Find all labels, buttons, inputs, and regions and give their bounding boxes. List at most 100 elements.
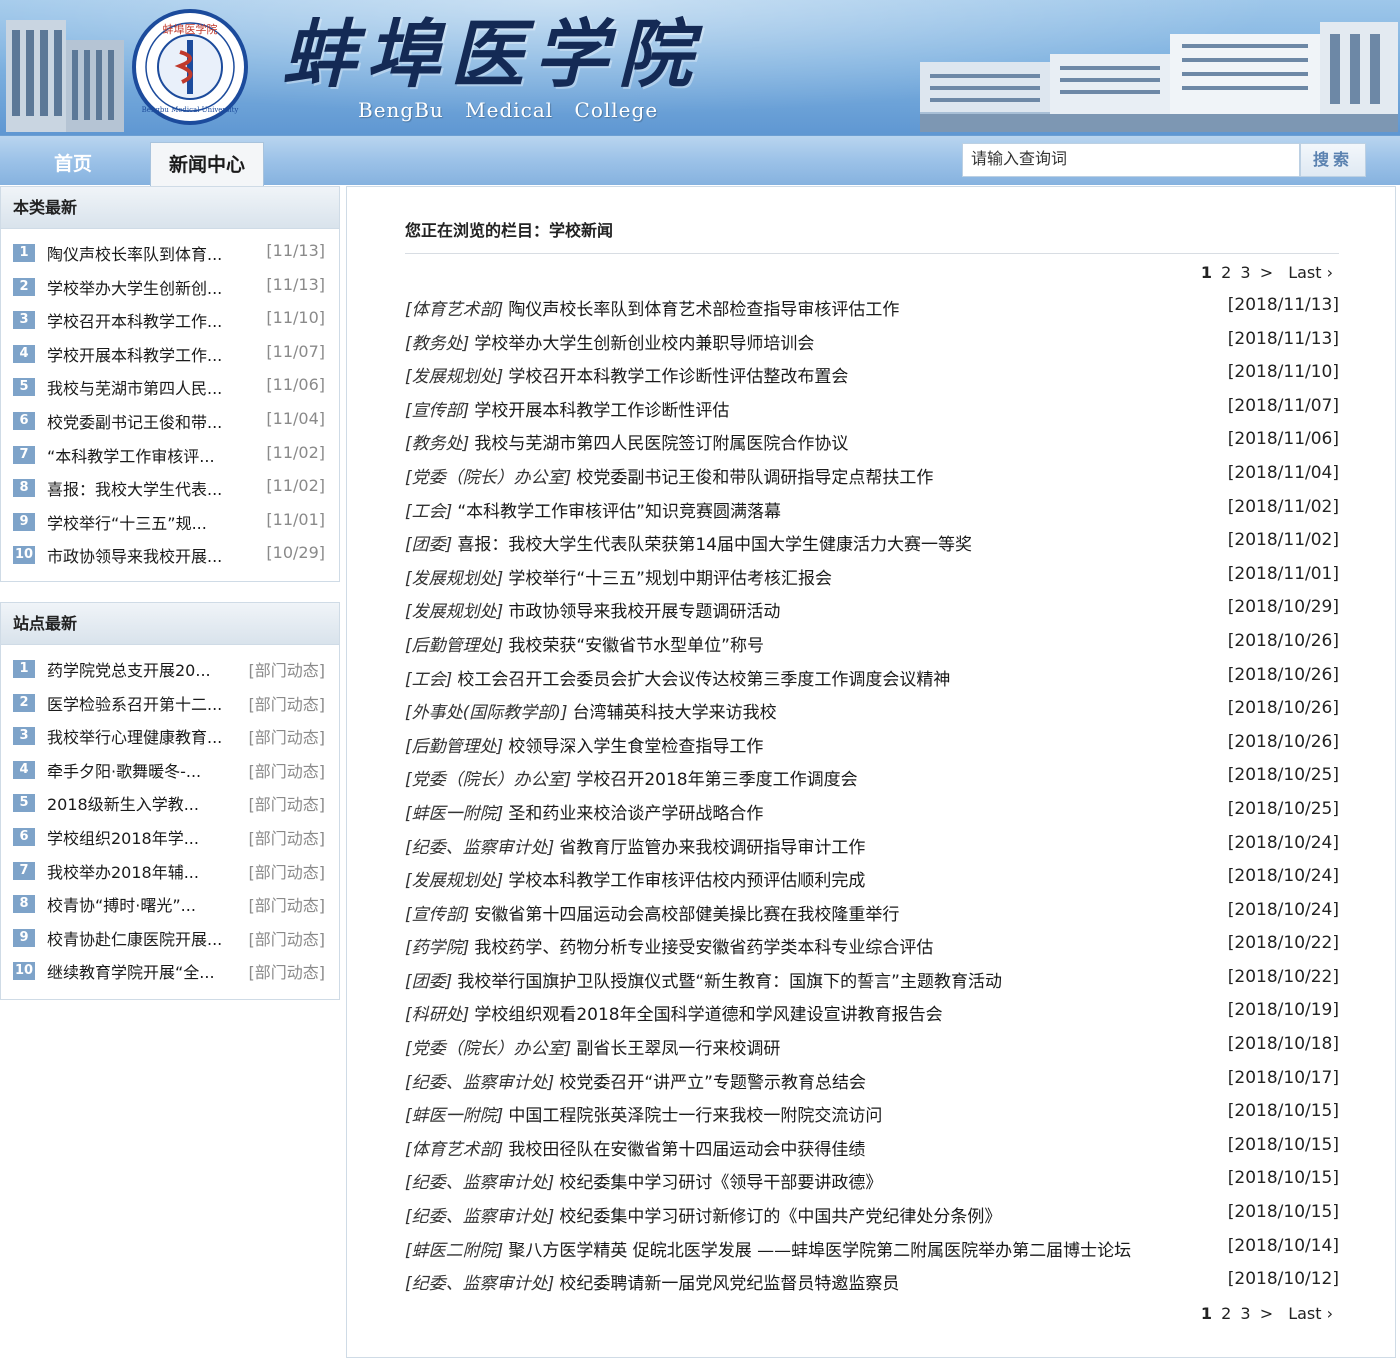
news-row[interactable]: [发展规划处] 学校召开本科教学工作诊断性评估整改布置会 [2018/11/10] <box>405 359 1339 393</box>
news-title-link[interactable]: 校纪委集中学习研讨新修订的《中国共产党纪律处分条例》 <box>559 1207 1001 1227</box>
list-item-title[interactable]: 喜报：我校大学生代表... <box>47 476 222 500</box>
news-title-link[interactable]: 副省长王翠凤一行来校调研 <box>576 1039 780 1059</box>
news-row[interactable]: [发展规划处] 学校举行“十三五”规划中期评估考核汇报会 [2018/11/01] <box>405 561 1339 595</box>
news-category[interactable]: [后勤管理处] <box>405 636 503 656</box>
news-category[interactable]: [工会] <box>405 502 452 522</box>
news-category[interactable]: [党委（院长）办公室] <box>405 770 571 790</box>
news-row[interactable]: [纪委、监察审计处] 校纪委聘请新一届党风党纪监督员特邀监察员 [2018/10/… <box>405 1266 1339 1300</box>
pager-last[interactable]: Last › <box>1288 1304 1333 1323</box>
news-row[interactable]: [后勤管理处] 我校荣获“安徽省节水型单位”称号 [2018/10/26] <box>405 628 1339 662</box>
news-category[interactable]: [外事处(国际教学部)] <box>405 703 568 723</box>
news-category[interactable]: [纪委、监察审计处] <box>405 838 554 858</box>
news-category[interactable]: [教务处] <box>405 334 469 354</box>
news-category[interactable]: [发展规划处] <box>405 871 503 891</box>
news-category[interactable]: [纪委、监察审计处] <box>405 1207 554 1227</box>
news-title-link[interactable]: 校领导深入学生食堂检查指导工作 <box>508 737 763 757</box>
list-item[interactable]: 8 校青协“搏时·曙光”... [部门动态] <box>1 890 339 924</box>
list-item-title[interactable]: 药学院党总支开展20... <box>47 657 211 681</box>
list-item-title[interactable]: 学校召开本科教学工作... <box>47 308 222 332</box>
news-row[interactable]: [党委（院长）办公室] 校党委副书记王俊和带队调研指导定点帮扶工作 [2018/1… <box>405 460 1339 494</box>
search-input[interactable] <box>962 143 1300 177</box>
news-row[interactable]: [党委（院长）办公室] 学校召开2018年第三季度工作调度会 [2018/10/2… <box>405 762 1339 796</box>
news-title-link[interactable]: 聚八方医学精英 促皖北医学发展 ——蚌埠医学院第二附属医院举办第二届博士论坛 <box>508 1241 1131 1261</box>
list-item-title[interactable]: 学校举行“十三五”规... <box>47 510 207 534</box>
news-category[interactable]: [教务处] <box>405 434 469 454</box>
news-row[interactable]: [发展规划处] 市政协领导来我校开展专题调研活动 [2018/10/29] <box>405 594 1339 628</box>
news-row[interactable]: [工会] 校工会召开工会委员会扩大会议传达校第三季度工作调度会议精神 [2018/… <box>405 662 1339 696</box>
news-title-link[interactable]: “本科教学工作审核评估”知识竞赛圆满落幕 <box>457 502 781 522</box>
news-row[interactable]: [科研处] 学校组织观看2018年全国科学道德和学风建设宣讲教育报告会 [2018… <box>405 997 1339 1031</box>
news-title-link[interactable]: 我校举行国旗护卫队授旗仪式暨“新生教育：国旗下的誓言”主题教育活动 <box>457 972 1002 992</box>
list-item[interactable]: 5 2018级新生入学教... [部门动态] <box>1 789 339 823</box>
news-title-link[interactable]: 圣和药业来校洽谈产学研战略合作 <box>508 804 763 824</box>
news-row[interactable]: [党委（院长）办公室] 副省长王翠凤一行来校调研 [2018/10/18] <box>405 1031 1339 1065</box>
pager-page-2[interactable]: 2 <box>1221 1304 1231 1323</box>
list-item-title[interactable]: 我校与芜湖市第四人民... <box>47 375 222 399</box>
list-item-title[interactable]: 学校开展本科教学工作... <box>47 342 222 366</box>
list-item[interactable]: 1 药学院党总支开展20... [部门动态] <box>1 655 339 689</box>
news-title-link[interactable]: 校纪委聘请新一届党风党纪监督员特邀监察员 <box>559 1274 899 1294</box>
list-item-title[interactable]: 市政协领导来我校开展... <box>47 543 222 567</box>
news-category[interactable]: [团委] <box>405 972 452 992</box>
news-title-link[interactable]: 陶仪声校长率队到体育艺术部检查指导审核评估工作 <box>508 300 899 320</box>
list-item-title[interactable]: 2018级新生入学教... <box>47 791 199 815</box>
news-category[interactable]: [蚌医一附院] <box>405 1106 503 1126</box>
news-title-link[interactable]: 我校药学、药物分析专业接受安徽省药学类本科专业综合评估 <box>474 938 933 958</box>
news-title-link[interactable]: 中国工程院张英泽院士一行来我校一附院交流访问 <box>508 1106 882 1126</box>
news-row[interactable]: [药学院] 我校药学、药物分析专业接受安徽省药学类本科专业综合评估 [2018/1… <box>405 930 1339 964</box>
list-item-title[interactable]: 牵手夕阳·歌舞暖冬-... <box>47 758 201 782</box>
news-category[interactable]: [后勤管理处] <box>405 737 503 757</box>
list-item[interactable]: 9 学校举行“十三五”规... [11/01] <box>1 508 339 542</box>
list-item[interactable]: 6 学校组织2018年学... [部门动态] <box>1 823 339 857</box>
news-row[interactable]: [后勤管理处] 校领导深入学生食堂检查指导工作 [2018/10/26] <box>405 729 1339 763</box>
news-category[interactable]: [发展规划处] <box>405 602 503 622</box>
news-row[interactable]: [宣传部] 学校开展本科教学工作诊断性评估 [2018/11/07] <box>405 393 1339 427</box>
news-row[interactable]: [工会] “本科教学工作审核评估”知识竞赛圆满落幕 [2018/11/02] <box>405 494 1339 528</box>
news-row[interactable]: [教务处] 我校与芜湖市第四人民医院签订附属医院合作协议 [2018/11/06] <box>405 426 1339 460</box>
news-row[interactable]: [蚌医一附院] 中国工程院张英泽院士一行来我校一附院交流访问 [2018/10/1… <box>405 1098 1339 1132</box>
news-category[interactable]: [纪委、监察审计处] <box>405 1073 554 1093</box>
news-title-link[interactable]: 学校组织观看2018年全国科学道德和学风建设宣讲教育报告会 <box>474 1005 942 1025</box>
list-item-title[interactable]: 医学检验系召开第十二... <box>47 691 222 715</box>
pager-page-2[interactable]: 2 <box>1221 263 1231 282</box>
news-title-link[interactable]: 学校举办大学生创新创业校内兼职导师培训会 <box>474 334 814 354</box>
news-title-link[interactable]: 我校与芜湖市第四人民医院签订附属医院合作协议 <box>474 434 848 454</box>
news-category[interactable]: [体育艺术部] <box>405 1140 503 1160</box>
list-item-title[interactable]: 学校举办大学生创新创... <box>47 275 222 299</box>
list-item[interactable]: 1 陶仪声校长率队到体育... [11/13] <box>1 239 339 273</box>
news-row[interactable]: [外事处(国际教学部)] 台湾辅英科技大学来访我校 [2018/10/26] <box>405 695 1339 729</box>
news-category[interactable]: [蚌医二附院] <box>405 1241 503 1261</box>
news-category[interactable]: [药学院] <box>405 938 469 958</box>
news-title-link[interactable]: 市政协领导来我校开展专题调研活动 <box>508 602 780 622</box>
news-title-link[interactable]: 我校荣获“安徽省节水型单位”称号 <box>508 636 764 656</box>
list-item[interactable]: 3 学校召开本科教学工作... [11/10] <box>1 306 339 340</box>
news-row[interactable]: [教务处] 学校举办大学生创新创业校内兼职导师培训会 [2018/11/13] <box>405 326 1339 360</box>
list-item-title[interactable]: 学校组织2018年学... <box>47 825 199 849</box>
list-item[interactable]: 9 校青协赴仁康医院开展... [部门动态] <box>1 924 339 958</box>
news-category[interactable]: [宣传部] <box>405 905 469 925</box>
news-category[interactable]: [纪委、监察审计处] <box>405 1274 554 1294</box>
news-row[interactable]: [蚌医二附院] 聚八方医学精英 促皖北医学发展 ——蚌埠医学院第二附属医院举办第… <box>405 1233 1339 1267</box>
pager-last[interactable]: Last › <box>1288 263 1333 282</box>
nav-tab-home[interactable]: 首页 <box>0 142 146 186</box>
list-item[interactable]: 8 喜报：我校大学生代表... [11/02] <box>1 474 339 508</box>
news-category[interactable]: [体育艺术部] <box>405 300 503 320</box>
list-item-title[interactable]: “本科教学工作审核评... <box>47 443 215 467</box>
news-title-link[interactable]: 校纪委集中学习研讨《领导干部要讲政德》 <box>559 1173 882 1193</box>
list-item-title[interactable]: 我校举行心理健康教育... <box>47 724 222 748</box>
list-item-title[interactable]: 校党委副书记王俊和带... <box>47 409 222 433</box>
pager-next[interactable]: > <box>1260 263 1273 282</box>
list-item[interactable]: 6 校党委副书记王俊和带... [11/04] <box>1 407 339 441</box>
news-category[interactable]: [党委（院长）办公室] <box>405 468 571 488</box>
list-item[interactable]: 10 市政协领导来我校开展... [10/29] <box>1 541 339 575</box>
news-title-link[interactable]: 台湾辅英科技大学来访我校 <box>573 703 777 723</box>
news-title-link[interactable]: 学校举行“十三五”规划中期评估考核汇报会 <box>508 569 832 589</box>
pager-page-3[interactable]: 3 <box>1240 263 1250 282</box>
news-title-link[interactable]: 学校召开本科教学工作诊断性评估整改布置会 <box>508 367 848 387</box>
news-row[interactable]: [宣传部] 安徽省第十四届运动会高校部健美操比赛在我校隆重举行 [2018/10/… <box>405 897 1339 931</box>
news-row[interactable]: [体育艺术部] 我校田径队在安徽省第十四届运动会中获得佳绩 [2018/10/15… <box>405 1132 1339 1166</box>
list-item-title[interactable]: 继续教育学院开展“全... <box>47 959 215 983</box>
list-item[interactable]: 10 继续教育学院开展“全... [部门动态] <box>1 957 339 991</box>
list-item-title[interactable]: 校青协赴仁康医院开展... <box>47 926 222 950</box>
news-title-link[interactable]: 校工会召开工会委员会扩大会议传达校第三季度工作调度会议精神 <box>457 670 950 690</box>
